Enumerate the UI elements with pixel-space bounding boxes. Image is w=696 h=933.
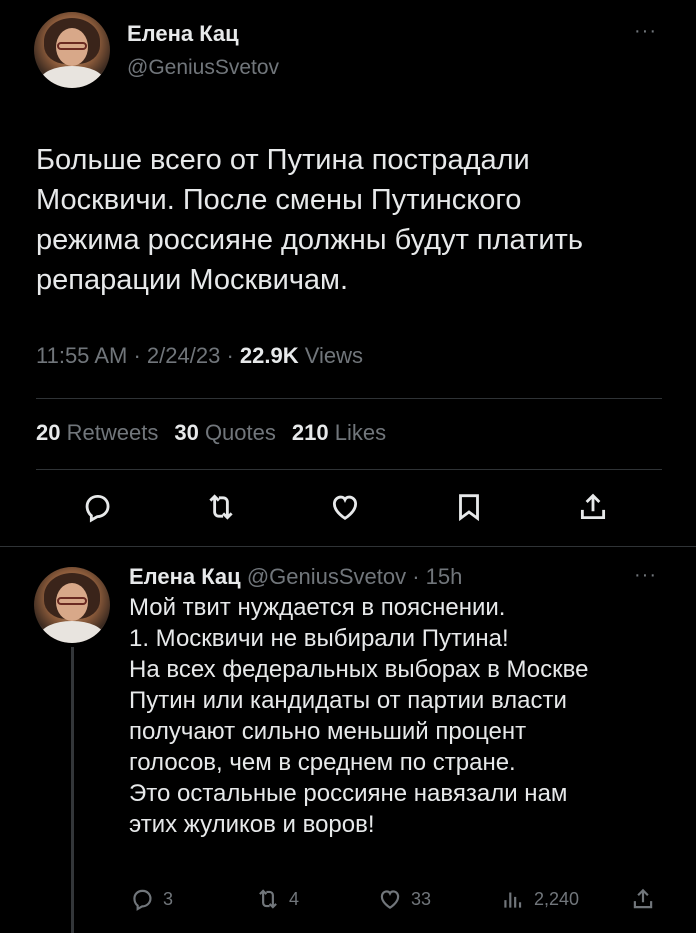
meta-separator: · — [226, 343, 240, 368]
author-avatar[interactable] — [34, 12, 110, 88]
more-options-icon[interactable]: ··· — [634, 20, 657, 43]
tweet-time[interactable]: 11:55 AM — [36, 343, 127, 368]
views-count[interactable]: 22.9K — [240, 343, 299, 368]
reply-author-name[interactable]: Елена Кац — [129, 564, 241, 589]
header-separator: · — [406, 564, 426, 589]
bookmark-icon[interactable] — [452, 490, 492, 530]
divider — [36, 398, 662, 399]
retweet-icon — [259, 889, 277, 909]
reply-header: Елена Кац @GeniusSvetov · 15h — [129, 564, 462, 590]
main-tweet: Елена Кац @GeniusSvetov ··· Больше всего… — [0, 0, 696, 545]
views-label: Views — [304, 343, 364, 368]
reply-age[interactable]: 15h — [426, 564, 463, 589]
reply-count: 3 — [163, 888, 174, 909]
tweet-text: Больше всего от Путина пострадали Москви… — [36, 144, 583, 296]
meta-separator: · — [133, 343, 147, 368]
like-icon[interactable] — [328, 490, 368, 530]
reply-author-handle[interactable]: @GeniusSvetov — [247, 564, 406, 589]
likes-stat[interactable]: 210 Likes — [292, 420, 386, 445]
view-count: 2,240 — [534, 888, 580, 909]
reply-retweet-button[interactable]: 4 — [255, 882, 299, 916]
tweet-date[interactable]: 2/24/23 — [147, 343, 220, 368]
engagement-stats: 20 Retweets 30 Quotes 210 Likes — [36, 420, 386, 446]
reply-share-button[interactable] — [630, 882, 664, 916]
retweet-count: 4 — [289, 888, 300, 909]
like-icon — [380, 890, 400, 909]
author-handle[interactable]: @GeniusSvetov — [127, 56, 279, 80]
share-icon — [633, 888, 653, 909]
like-count: 33 — [411, 888, 432, 909]
retweets-stat[interactable]: 20 Retweets — [36, 420, 158, 445]
author-name[interactable]: Елена Кац — [127, 21, 239, 47]
reply-views-button[interactable]: 2,240 — [500, 882, 579, 916]
reply-icon[interactable] — [80, 490, 120, 530]
views-icon — [504, 892, 522, 908]
reply-author-avatar[interactable] — [34, 567, 110, 643]
divider — [36, 469, 662, 470]
reply-actions: 3 4 33 2,240 — [0, 882, 696, 922]
reply-reply-button[interactable]: 3 — [129, 882, 173, 916]
quotes-stat[interactable]: 30 Quotes — [174, 420, 276, 445]
reply-text: Мой твит нуждается в пояснении. 1. Москв… — [129, 594, 589, 838]
tweet-meta: 11:55 AM · 2/24/23 · 22.9K Views — [36, 343, 363, 369]
share-icon[interactable] — [576, 490, 616, 530]
tweet-actions — [0, 490, 696, 534]
reply-icon — [133, 889, 152, 911]
reply-more-options-icon[interactable]: ··· — [634, 564, 657, 587]
retweet-icon[interactable] — [204, 490, 244, 530]
reply-like-button[interactable]: 33 — [377, 882, 431, 916]
reply-tweet[interactable]: Елена Кац @GeniusSvetov · 15h ··· Мой тв… — [0, 547, 696, 933]
